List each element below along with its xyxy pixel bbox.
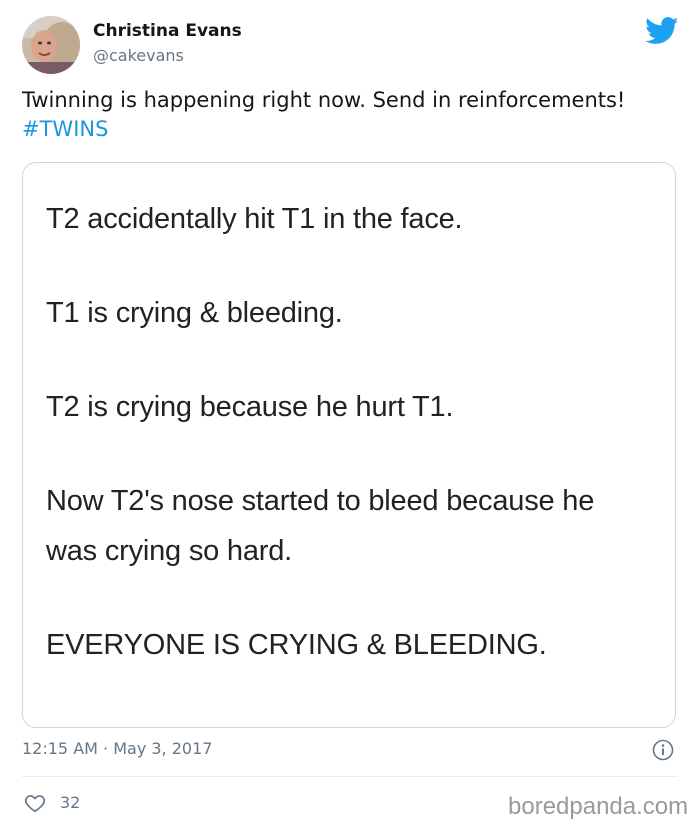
- hashtag-link[interactable]: #TWINS: [22, 117, 108, 141]
- tweet-body: Twinning is happening right now. Send in…: [22, 88, 626, 112]
- media-line: T2 is crying because he hurt T1.: [46, 391, 454, 423]
- author-handle[interactable]: @cakevans: [93, 46, 184, 65]
- like-count[interactable]: 32: [60, 793, 80, 812]
- tweet-text: Twinning is happening right now. Send in…: [22, 86, 662, 144]
- avatar[interactable]: [22, 16, 80, 74]
- twitter-bird-icon[interactable]: [645, 17, 679, 45]
- watermark: boredpanda.com: [508, 793, 689, 820]
- media-line: T1 is crying & bleeding.: [46, 297, 343, 329]
- author-name[interactable]: Christina Evans: [93, 21, 242, 41]
- heart-icon[interactable]: [24, 792, 46, 814]
- media-line: EVERYONE IS CRYING & BLEEDING.: [46, 629, 547, 661]
- media-line: was crying so hard.: [46, 535, 293, 567]
- info-icon[interactable]: [652, 739, 674, 761]
- media-line: Now T2's nose started to bleed because h…: [46, 485, 595, 517]
- media-image[interactable]: T2 accidentally hit T1 in the face. T1 i…: [22, 162, 676, 728]
- divider: [22, 776, 678, 777]
- media-line: T2 accidentally hit T1 in the face.: [46, 203, 463, 235]
- tweet-timestamp[interactable]: 12:15 AM · May 3, 2017: [22, 739, 212, 758]
